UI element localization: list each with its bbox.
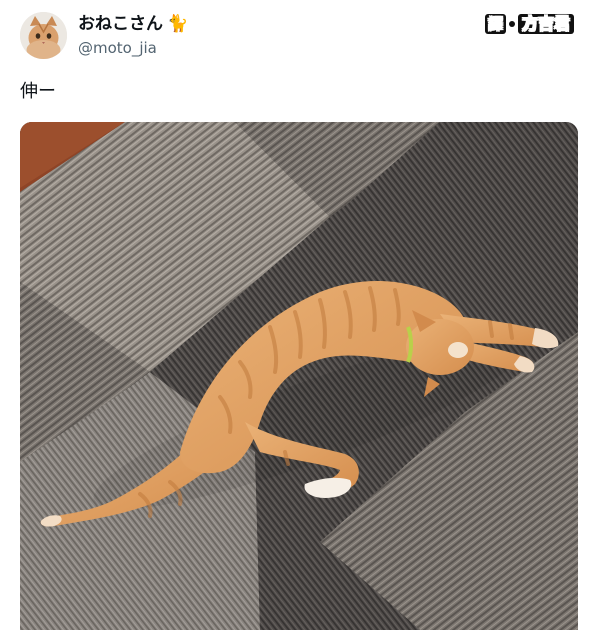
cat-emoji-icon: 🐈 [167, 14, 189, 34]
watermark-seal: 譯 [484, 14, 506, 34]
display-name[interactable]: おねこさん [78, 13, 163, 35]
name-row: おねこさん 🐈 [78, 12, 188, 36]
tweet-text: 伸ー [20, 81, 56, 102]
watermark: 譯 方吉君 [484, 14, 574, 34]
tweet-photo[interactable] [20, 122, 578, 630]
watermark-dot-icon [508, 21, 515, 27]
tweet-card: おねこさん 🐈 @moto_jia 譯 方吉君 伸ー [0, 0, 598, 630]
cat-avatar-icon [20, 12, 67, 59]
user-avatar[interactable] [20, 12, 67, 59]
user-handle[interactable]: @moto_jia [78, 38, 157, 58]
watermark-text: 方吉君 [517, 14, 574, 34]
cat-photo [20, 122, 578, 630]
